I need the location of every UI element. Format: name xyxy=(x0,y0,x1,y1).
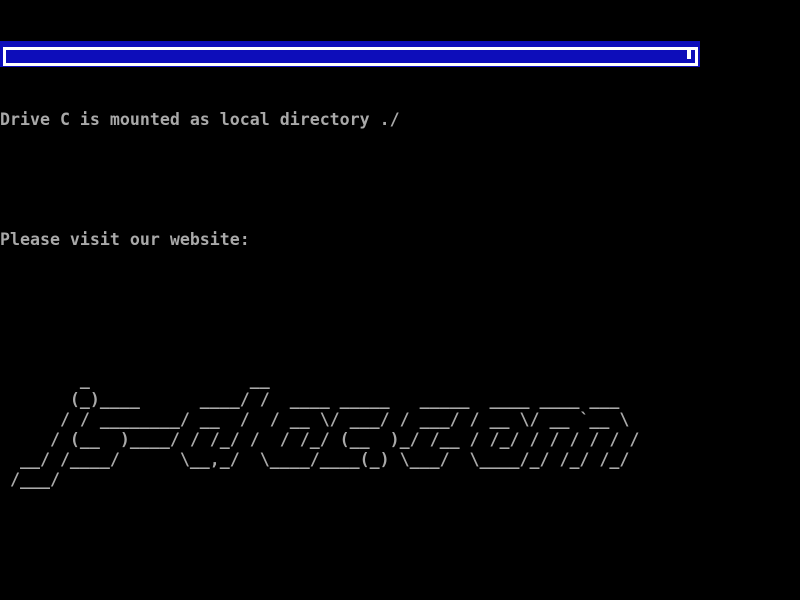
terminal-output: Drive C is mounted as local directory ./… xyxy=(0,70,800,600)
ascii-logo-line: / / ________/ __ / / __ \/ ___/ / ___/ /… xyxy=(0,410,800,430)
loading-bar-frame xyxy=(3,47,698,66)
loading-progress-bar xyxy=(0,41,700,67)
ascii-logo-line: / (__ )____/ / /_/ / / /_/ (__ )_/ /__ /… xyxy=(0,430,800,450)
loading-bar-notch xyxy=(687,47,691,59)
website-message: Please visit our website: xyxy=(0,230,800,250)
drive-mount-message: Drive C is mounted as local directory ./ xyxy=(0,110,800,130)
jsdos-ascii-logo: _ __ (_)____ ____/ / ____ _____ _____ __… xyxy=(0,370,800,490)
ascii-logo-line: __/ /____/ \__,_/ \____/____(_) \___/ \_… xyxy=(0,450,800,470)
dos-emulator-screen[interactable]: Drive C is mounted as local directory ./… xyxy=(0,0,800,600)
ascii-logo-line: (_)____ ____/ / ____ _____ _____ ____ __… xyxy=(0,390,800,410)
ascii-logo-line: _ __ xyxy=(0,370,800,390)
ascii-logo-line: /___/ xyxy=(0,470,800,490)
